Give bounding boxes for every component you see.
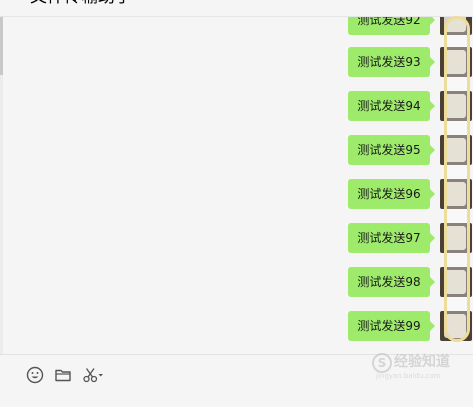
folder-icon bbox=[55, 369, 71, 382]
bubble-tail bbox=[430, 189, 435, 199]
watermark-logo-icon: S bbox=[372, 353, 392, 373]
bubble-tail bbox=[430, 145, 435, 155]
message-bubble[interactable]: 测试发送97 bbox=[348, 223, 430, 253]
scissors-icon bbox=[83, 368, 103, 383]
bubble-tail bbox=[430, 277, 435, 287]
chat-window: 测试发送92 测试发送93 测试发送94 测试发送95 测试发送96 测试发送9… bbox=[0, 0, 473, 407]
message-bubble[interactable]: 测试发送93 bbox=[348, 47, 430, 77]
emoji-icon bbox=[26, 366, 44, 384]
bubble-tail bbox=[430, 57, 435, 67]
chat-header: 文件传输助手 bbox=[0, 0, 473, 17]
bubble-tail bbox=[430, 233, 435, 243]
emoji-button[interactable] bbox=[26, 366, 44, 386]
message-bubble[interactable]: 测试发送99 bbox=[348, 311, 430, 341]
bubble-tail bbox=[430, 321, 435, 331]
message-bubble[interactable]: 测试发送94 bbox=[348, 91, 430, 121]
message-bubble[interactable]: 测试发送95 bbox=[348, 135, 430, 165]
bubble-tail bbox=[430, 101, 435, 111]
message-bubble[interactable]: 测试发送96 bbox=[348, 179, 430, 209]
chevron-down-icon bbox=[98, 374, 103, 377]
avatar-column-highlight bbox=[444, 16, 470, 342]
message-list[interactable]: 测试发送92 测试发送93 测试发送94 测试发送95 测试发送96 测试发送9… bbox=[0, 0, 473, 352]
watermark-text: 经验知道 bbox=[394, 354, 450, 370]
chat-title: 文件传输助手 bbox=[30, 0, 132, 9]
message-bubble[interactable]: 测试发送98 bbox=[348, 267, 430, 297]
screenshot-button[interactable] bbox=[82, 366, 106, 386]
scrollbar-thumb[interactable] bbox=[0, 17, 3, 75]
watermark-url: jingyan.baidu.com bbox=[376, 372, 441, 380]
send-file-button[interactable] bbox=[54, 366, 72, 386]
